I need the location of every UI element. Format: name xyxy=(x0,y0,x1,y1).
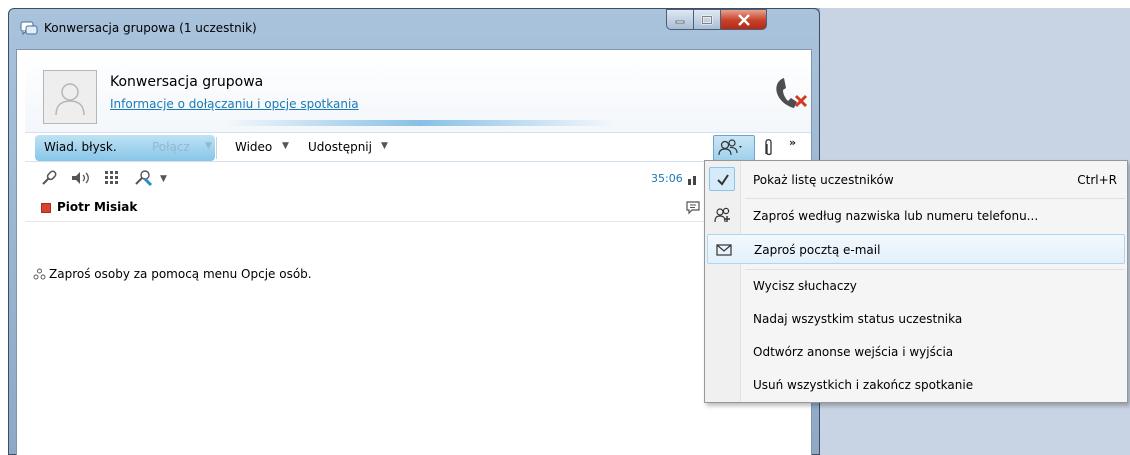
maximize-icon xyxy=(701,15,713,24)
minimize-icon xyxy=(675,20,685,23)
close-button[interactable] xyxy=(721,9,767,30)
call-button[interactable]: Połącz xyxy=(152,140,190,154)
presence-status-badge xyxy=(41,203,51,213)
share-dropdown-caret[interactable]: ▼ xyxy=(381,141,388,151)
transfer-dropdown-caret[interactable]: ▼ xyxy=(160,174,167,184)
share-button[interactable]: Udostępnij xyxy=(308,140,372,154)
people-options-button[interactable] xyxy=(713,135,755,161)
avatar-placeholder-icon xyxy=(55,83,85,116)
paperclip-icon[interactable] xyxy=(763,138,775,158)
checkmark-icon xyxy=(717,174,729,186)
lync-conversation-icon xyxy=(20,21,38,36)
dialpad-icon[interactable] xyxy=(101,169,123,187)
call-dropdown-caret[interactable]: ▼ xyxy=(205,141,212,151)
menu-item-invite-by-name[interactable]: Zaproś według nazwiska lub numeru telefo… xyxy=(707,201,1125,231)
invite-hint-text: Zaproś osoby za pomocą menu Opcje osób. xyxy=(49,267,312,281)
menu-item-label: Usuń wszystkich i zakończ spotkanie xyxy=(753,378,974,392)
menu-item-label: Zaproś według nazwiska lub numeru telefo… xyxy=(753,209,1039,223)
video-button[interactable]: Wideo xyxy=(235,140,272,154)
envelope-icon xyxy=(716,244,732,256)
video-dropdown-caret[interactable]: ▼ xyxy=(282,141,289,151)
microphone-icon[interactable] xyxy=(39,169,61,187)
more-options-chevron[interactable]: » xyxy=(789,136,796,149)
title-bar[interactable]: Konwersacja grupowa (1 uczestnik) xyxy=(9,9,819,49)
menu-separator xyxy=(745,198,1125,199)
menu-separator xyxy=(745,269,1125,270)
tab-instant-message[interactable]: Wiad. błysk. xyxy=(44,140,117,154)
screen: Konwersacja grupowa (1 uczestnik) Konwer… xyxy=(0,0,1130,455)
chat-icon[interactable] xyxy=(685,200,701,216)
menu-item-label: Pokaż listę uczestników xyxy=(753,173,894,187)
header-divider-wave xyxy=(225,120,615,126)
menu-item-make-all-attendees[interactable]: Nadaj wszystkim status uczestnika xyxy=(707,304,1125,334)
people-options-icon xyxy=(718,139,742,156)
menu-item-show-participants[interactable]: Pokaż listę uczestników Ctrl+R xyxy=(707,165,1125,195)
people-options-menu: Pokaż listę uczestników Ctrl+R Zaproś we… xyxy=(704,160,1128,403)
transfer-icon[interactable] xyxy=(133,169,155,187)
conversation-window: Konwersacja grupowa (1 uczestnik) Konwer… xyxy=(8,8,820,455)
menu-item-mute-audience[interactable]: Wycisz słuchaczy xyxy=(707,271,1125,301)
menu-item-invite-by-email[interactable]: Zaproś pocztą e-mail xyxy=(707,234,1125,264)
participant-row[interactable]: Piotr Misiak xyxy=(25,194,811,222)
toolbar-separator xyxy=(216,137,217,159)
menu-item-label: Nadaj wszystkim status uczestnika xyxy=(753,312,963,326)
menu-item-shortcut: Ctrl+R xyxy=(1077,173,1117,187)
conversation-toolbar: Wiad. błysk. Połącz ▼ Wideo ▼ Udostępnij… xyxy=(25,132,811,162)
window-client-area: Konwersacja grupowa Informacje o dołącza… xyxy=(16,49,812,455)
menu-item-play-announcements[interactable]: Odtwórz anonse wejścia i wyjścia xyxy=(707,337,1125,367)
menu-item-label: Odtwórz anonse wejścia i wyjścia xyxy=(753,345,954,359)
conversation-title: Konwersacja grupowa xyxy=(110,74,264,90)
window-controls xyxy=(666,9,767,30)
window-title: Konwersacja grupowa (1 uczestnik) xyxy=(44,21,257,35)
speaker-icon[interactable] xyxy=(69,169,91,187)
call-timer: 35:06 xyxy=(651,172,683,185)
participant-name: Piotr Misiak xyxy=(57,200,138,214)
invite-person-icon xyxy=(714,207,730,223)
avatar xyxy=(43,70,97,124)
audio-controls-row: ▼ 35:06 xyxy=(25,162,811,194)
hangup-icon[interactable] xyxy=(770,76,810,110)
menu-item-remove-all-end-meeting[interactable]: Usuń wszystkich i zakończ spotkanie xyxy=(707,370,1125,400)
signal-icon xyxy=(688,176,696,185)
people-hint-icon xyxy=(33,268,46,280)
close-icon xyxy=(737,13,750,26)
minimize-button[interactable] xyxy=(666,9,694,30)
menu-item-label: Zaproś pocztą e-mail xyxy=(754,243,881,257)
meeting-info-link[interactable]: Informacje o dołączaniu i opcje spotkani… xyxy=(110,97,359,111)
conversation-header: Konwersacja grupowa Informacje o dołącza… xyxy=(25,50,811,132)
maximize-button[interactable] xyxy=(694,9,721,30)
menu-item-label: Wycisz słuchaczy xyxy=(753,279,857,293)
